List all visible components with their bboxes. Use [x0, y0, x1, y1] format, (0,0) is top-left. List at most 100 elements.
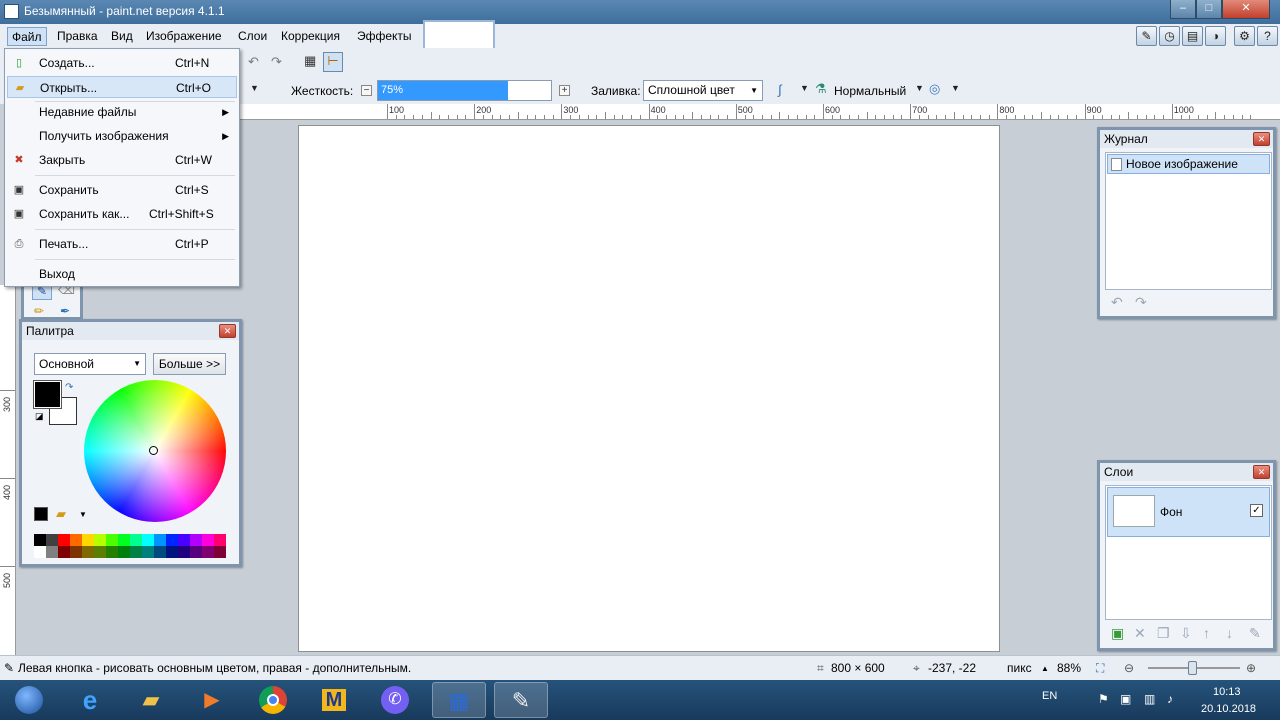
new-image-icon: [1111, 158, 1122, 171]
chevron-up-icon[interactable]: ▲: [1041, 664, 1049, 673]
fill-select[interactable]: Сплошной цвет ▼: [643, 80, 763, 101]
hardness-slider[interactable]: 75%: [377, 80, 552, 101]
palette-swatches-row-2[interactable]: [34, 546, 226, 558]
chevron-down-icon[interactable]: ▼: [915, 83, 924, 93]
zoom-fit-icon[interactable]: ⛶: [1096, 661, 1104, 676]
ruler-minor-tick: [404, 115, 406, 119]
palette-close-button[interactable]: ✕: [219, 324, 236, 338]
menu-adjustments[interactable]: Коррекция: [277, 27, 344, 46]
color-wheel[interactable]: [84, 380, 226, 522]
more-colors-button[interactable]: Больше >>: [153, 353, 226, 375]
menu-edit[interactable]: Правка: [53, 27, 102, 46]
m-app-icon[interactable]: M: [307, 682, 361, 718]
image-canvas[interactable]: [298, 125, 1000, 652]
history-close-button[interactable]: ✕: [1253, 132, 1270, 146]
zoom-in-icon[interactable]: ⊕: [1246, 661, 1256, 675]
history-item[interactable]: Новое изображение: [1107, 154, 1270, 174]
menu-print[interactable]: ⎙ Печать... Ctrl+P: [7, 233, 237, 255]
antialiasing-icon[interactable]: ∫: [778, 82, 782, 97]
chevron-down-icon[interactable]: ▼: [79, 510, 87, 519]
zoom-slider[interactable]: [1148, 661, 1240, 675]
layer-visibility-checkbox[interactable]: ✓: [1250, 504, 1263, 517]
hardness-decrease-button[interactable]: −: [361, 85, 372, 96]
settings-icon[interactable]: ⚙: [1234, 26, 1255, 46]
clock-date[interactable]: 20.10.2018: [1201, 703, 1256, 715]
merge-layer-icon[interactable]: ⇩: [1180, 625, 1192, 642]
layer-row[interactable]: Фон ✓: [1107, 487, 1270, 537]
menu-close[interactable]: ✖ Закрыть Ctrl+W: [7, 149, 237, 171]
menu-image[interactable]: Изображение: [142, 27, 226, 46]
add-color-icon[interactable]: [34, 507, 48, 521]
menu-file[interactable]: Файл: [7, 27, 47, 46]
zoom-value[interactable]: 88%: [1057, 661, 1081, 675]
chevron-down-icon[interactable]: ▼: [250, 83, 259, 93]
palette-mode-select[interactable]: Основной ▼: [34, 353, 146, 375]
chevron-down-icon[interactable]: ▼: [800, 83, 809, 93]
menu-view[interactable]: Вид: [107, 27, 137, 46]
rulers-icon[interactable]: ⊢: [323, 52, 343, 72]
tools-window-icon[interactable]: ✎: [1136, 26, 1157, 46]
move-layer-up-icon[interactable]: ↑: [1203, 625, 1210, 641]
close-button[interactable]: ✕: [1222, 0, 1270, 19]
language-indicator[interactable]: EN: [1042, 690, 1057, 702]
blend-mode-value[interactable]: Нормальный: [834, 84, 906, 98]
menu-new[interactable]: ▯ Создать... Ctrl+N: [7, 52, 237, 74]
clock-time[interactable]: 10:13: [1213, 686, 1241, 698]
menu-save[interactable]: ▣ Сохранить Ctrl+S: [7, 179, 237, 201]
palette-menu-icon[interactable]: ▰: [56, 506, 66, 522]
layer-thumbnail: [1113, 495, 1155, 527]
move-layer-down-icon[interactable]: ↓: [1226, 625, 1233, 641]
swap-colors-icon[interactable]: ↷: [65, 382, 73, 393]
zoom-slider-thumb[interactable]: [1188, 661, 1197, 675]
undo-icon[interactable]: ↶: [248, 54, 259, 70]
menu-effects[interactable]: Эффекты: [353, 27, 416, 46]
zoom-out-icon[interactable]: ⊖: [1124, 661, 1134, 675]
color-wheel-cursor[interactable]: [149, 446, 158, 455]
primary-color-swatch[interactable]: [33, 380, 62, 409]
chrome-icon[interactable]: [246, 682, 300, 718]
volume-icon[interactable]: ♪: [1167, 692, 1173, 706]
units-select[interactable]: пикс: [1007, 661, 1032, 675]
history-window-icon[interactable]: ◷: [1159, 26, 1180, 46]
duplicate-layer-icon[interactable]: ❐: [1157, 625, 1170, 642]
menu-save-as[interactable]: ▣ Сохранить как... Ctrl+Shift+S: [7, 203, 237, 225]
colors-window-icon[interactable]: ◑: [1205, 26, 1226, 46]
start-button[interactable]: [4, 682, 54, 718]
palette-swatches-row-1[interactable]: [34, 534, 226, 546]
chevron-down-icon[interactable]: ▼: [951, 83, 960, 93]
ruler-minor-tick: [1075, 115, 1077, 119]
selection-mode-icon[interactable]: ◎: [929, 81, 940, 97]
delete-layer-icon[interactable]: ✕: [1134, 625, 1146, 642]
undo-icon[interactable]: ↶: [1111, 294, 1123, 311]
reset-colors-icon[interactable]: ◪: [35, 411, 44, 422]
paintnet-taskbar-icon[interactable]: ✎: [494, 682, 548, 718]
network-icon[interactable]: ▥: [1144, 692, 1155, 706]
maximize-button[interactable]: □: [1196, 0, 1222, 19]
menu-open[interactable]: ▰ Открыть... Ctrl+O: [7, 76, 237, 98]
layer-properties-icon[interactable]: ✎: [1249, 625, 1261, 642]
redo-icon[interactable]: ↷: [1135, 294, 1147, 311]
viber-icon[interactable]: ✆: [368, 682, 422, 718]
layers-window-icon[interactable]: ▤: [1182, 26, 1203, 46]
menu-exit[interactable]: Выход: [7, 263, 237, 285]
help-icon[interactable]: ?: [1257, 26, 1278, 46]
layers-close-button[interactable]: ✕: [1253, 465, 1270, 479]
tray-app-icon[interactable]: ▣: [1120, 692, 1131, 706]
hardness-increase-button[interactable]: +: [559, 85, 570, 96]
taskbar-app-icon[interactable]: ▦: [432, 682, 486, 718]
media-player-icon[interactable]: ▶: [185, 682, 239, 718]
pencil-tool-icon[interactable]: ✏: [34, 304, 44, 318]
color-picker-tool-icon[interactable]: ✒: [60, 304, 70, 318]
ruler-tick-label: 400: [648, 104, 666, 119]
menu-acquire[interactable]: Получить изображения ▶: [7, 125, 237, 147]
ruler-minor-tick: [613, 115, 615, 119]
explorer-icon[interactable]: ▰: [124, 682, 178, 718]
redo-icon[interactable]: ↷: [271, 54, 282, 70]
menu-layers[interactable]: Слои: [234, 27, 271, 46]
tray-flag-icon[interactable]: ⚑: [1098, 692, 1109, 706]
ie-icon[interactable]: e: [63, 682, 117, 718]
add-layer-icon[interactable]: ▣: [1111, 625, 1124, 642]
menu-recent-files[interactable]: Недавние файлы ▶: [7, 101, 237, 123]
minimize-button[interactable]: –: [1170, 0, 1196, 19]
grid-icon[interactable]: ▦: [304, 53, 316, 69]
